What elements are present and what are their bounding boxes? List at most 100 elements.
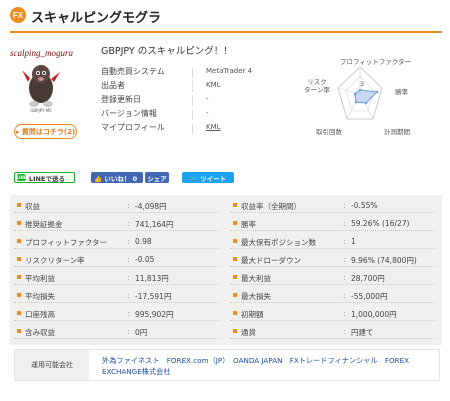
stat-value: 0.98 <box>135 237 152 246</box>
info-row: 自動売買システム MetaTrader 4 <box>101 66 301 79</box>
info-label: 登録更新日 <box>101 95 141 104</box>
thumbnail-title: scalping_mogura <box>10 48 73 58</box>
stat-colon: : <box>127 327 130 336</box>
stats-table: 収益: -4,098円 推奨証拠金:741,164円 プロフィットファクター:0.… <box>10 195 442 345</box>
radar-label-left: リスク ターン率 <box>304 78 330 94</box>
info-row: バージョン情報 - <box>101 108 301 121</box>
stat-label: プロフィットファクター <box>25 238 108 247</box>
stat-colon: : <box>343 291 346 300</box>
facebook-share-button[interactable]: シェア <box>145 172 169 183</box>
stat-colon: : <box>127 237 130 246</box>
bullet-icon <box>233 203 237 207</box>
bullet-icon <box>233 329 237 333</box>
stat-row: 推奨証拠金:741,164円 <box>14 216 220 231</box>
stat-colon: : <box>127 255 130 264</box>
brokers-box: 運用可能会社 外為ファイネスト FOREX.com（JP） OANDA JAPA… <box>14 349 440 381</box>
radar-chart: 3 プロフィットファクター リスク ターン率 勝率 取引回数 計測期間 <box>300 56 440 140</box>
info-value: - <box>206 95 209 103</box>
bullet-icon <box>17 311 21 315</box>
stat-value: 9.96% (74,800円) <box>351 256 417 265</box>
stat-row: 最大損失: -55,000円 <box>230 288 436 303</box>
profile-link[interactable]: KML <box>206 123 221 131</box>
brokers-list[interactable]: 外為ファイネスト FOREX.com（JP） OANDA JAPAN FXトレー… <box>102 355 422 377</box>
info-separator <box>192 67 193 78</box>
info-label: バージョン情報 <box>101 109 157 118</box>
stat-value: 1,000,000円 <box>351 310 397 319</box>
stat-label: 初期額 <box>241 310 264 319</box>
tweet-button[interactable]: 🐦 ツイート <box>182 172 234 183</box>
radar-label-top: プロフィットファクター <box>340 58 412 66</box>
stat-colon: : <box>127 201 130 210</box>
stat-label: 勝率 <box>241 220 256 229</box>
info-separator <box>192 95 193 106</box>
info-separator <box>192 123 193 134</box>
info-label: 自動売買システム <box>101 67 165 76</box>
bullet-icon <box>17 257 21 261</box>
brokers-label: 運用可能会社 <box>15 350 89 380</box>
stat-row: リスクリターン率: -0.05 <box>14 252 220 267</box>
stat-colon: : <box>127 219 130 228</box>
mole-mascot-icon <box>22 65 60 107</box>
radar-label-bottom-left: 取引回数 <box>316 128 342 136</box>
line-share-button[interactable]: LINE LINEで送る <box>14 172 75 183</box>
stat-colon: : <box>343 309 346 318</box>
bullet-icon <box>233 257 237 261</box>
stat-colon: : <box>343 255 346 264</box>
page-title: スキャルピングモグラ <box>31 11 162 26</box>
stat-label: 最大保有ポジション数 <box>241 238 316 247</box>
radar-label-bottom-right: 計測期間 <box>384 128 410 136</box>
stat-label: リスクリターン率 <box>25 256 85 265</box>
bullet-icon <box>17 293 21 297</box>
bullet-icon <box>233 221 237 225</box>
bullet-icon <box>17 221 21 225</box>
stat-value: -17,591円 <box>135 292 172 301</box>
bullet-icon <box>233 239 237 243</box>
bullet-icon <box>233 293 237 297</box>
header-divider <box>10 31 442 33</box>
stat-label: 収益 <box>25 202 40 211</box>
stat-label: 最大利益 <box>241 274 271 283</box>
stat-value: -0.05 <box>135 255 155 264</box>
stat-colon: : <box>343 201 346 210</box>
stat-value: 11,813円 <box>135 274 169 283</box>
bullet-icon <box>233 275 237 279</box>
stat-label: 平均損失 <box>25 292 55 301</box>
fx-badge: FX <box>10 7 26 23</box>
radar-label-right: 勝率 <box>395 88 408 96</box>
stat-row: 勝率:59.26% (16/27) <box>230 216 436 231</box>
stat-row: 口座残高:995,902円 <box>14 306 220 321</box>
stat-value: 28,700円 <box>351 274 385 283</box>
bullet-icon <box>17 329 21 333</box>
info-row: マイプロフィール KML <box>101 122 301 135</box>
info-label: マイプロフィール <box>101 123 165 132</box>
stat-label: 収益率（全期間） <box>241 202 301 211</box>
stat-value: 円建て <box>351 328 374 337</box>
stat-value: 995,902円 <box>135 310 174 319</box>
info-value: - <box>206 109 209 117</box>
stat-row: 最大利益:28,700円 <box>230 270 436 285</box>
stat-label: 通貨 <box>241 328 256 337</box>
bullet-icon <box>17 239 21 243</box>
facebook-like-button[interactable]: 👍 いいね！ 0 <box>91 172 143 183</box>
bullet-icon <box>233 311 237 315</box>
stat-colon: : <box>127 273 130 282</box>
stat-row: 通貨: 円建て <box>230 324 436 339</box>
stat-row: 平均損失: -17,591円 <box>14 288 220 303</box>
stat-colon: : <box>127 309 130 318</box>
stat-row: 含み収益:0円 <box>14 324 220 339</box>
stat-colon: : <box>127 291 130 300</box>
stat-colon: : <box>343 327 346 336</box>
product-thumbnail[interactable]: scalping_mogura GBPJPY M5 <box>10 42 73 114</box>
stat-label: 推奨証拠金 <box>25 220 63 229</box>
info-label: 出品者 <box>101 81 125 90</box>
info-value: KML <box>206 81 221 89</box>
info-separator <box>192 81 193 92</box>
bullet-icon <box>17 203 21 207</box>
stat-row: 平均利益:11,813円 <box>14 270 220 285</box>
line-icon: LINE <box>16 174 27 181</box>
stat-label: 含み収益 <box>25 328 55 337</box>
bullet-icon <box>17 275 21 279</box>
question-button[interactable]: ▸ 質問はコチラ(2) <box>14 124 77 139</box>
stat-value: 0円 <box>135 328 148 337</box>
stat-colon: : <box>343 219 346 228</box>
